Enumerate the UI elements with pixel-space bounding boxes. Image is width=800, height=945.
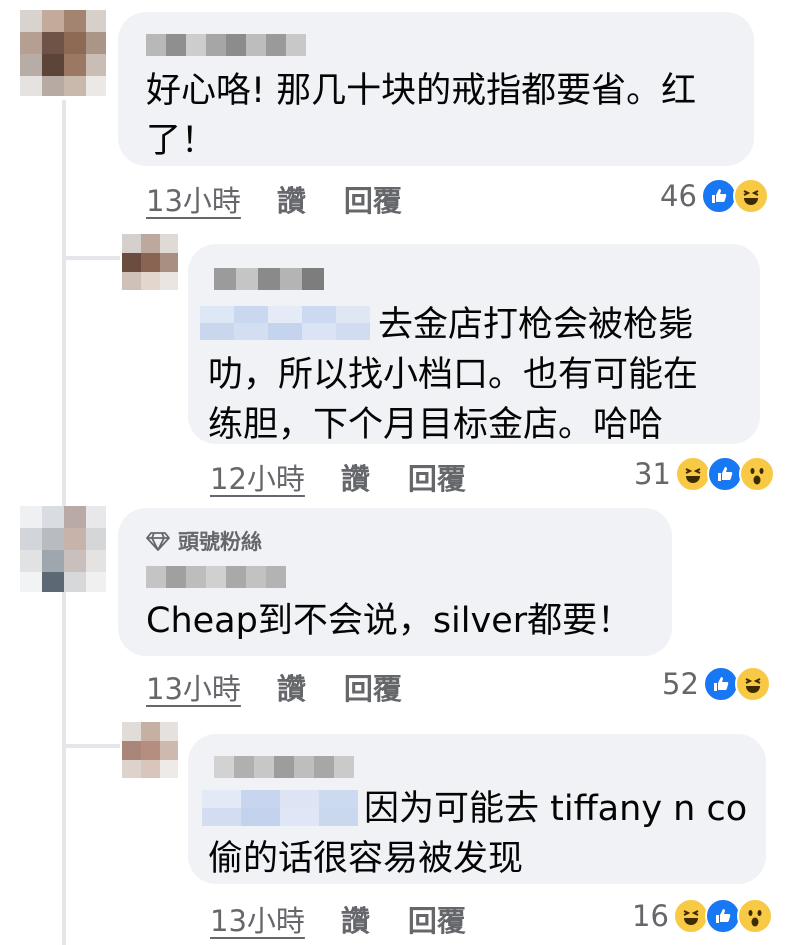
comment-actions: 13小時 讚 回覆 [210,898,504,940]
comment-actions: 12小時 讚 回覆 [210,456,504,498]
like-icon [704,898,741,934]
diamond-icon [146,532,170,551]
like-icon [702,666,739,702]
reply-button[interactable]: 回覆 [408,898,466,940]
avatar[interactable] [20,506,106,592]
reply-button[interactable]: 回覆 [408,456,466,498]
reaction-summary[interactable]: 31 [634,456,775,492]
reaction-count: 16 [632,899,669,933]
haha-icon [732,178,769,214]
reply-connector [62,744,120,748]
comment-timestamp[interactable]: 13小時 [210,898,305,940]
avatar[interactable] [122,234,178,290]
wow-icon [736,898,773,934]
comment-text: 好心咯! 那几十块的戒指都要省。红 了！ [146,71,697,161]
reaction-summary[interactable]: 46 [660,178,769,214]
haha-icon [672,898,709,934]
reply-button[interactable]: 回覆 [344,178,402,220]
haha-icon [674,456,711,492]
haha-icon [734,666,771,702]
reply-connector [62,256,120,260]
like-button[interactable]: 讚 [341,456,370,498]
like-button[interactable]: 讚 [341,898,370,940]
commenter-name[interactable] [146,566,286,588]
top-fan-badge[interactable]: 頭號粉絲 [146,526,262,556]
like-icon [706,456,743,492]
top-fan-label: 頭號粉絲 [178,530,262,554]
comment-actions: 13小時 讚 回覆 [146,178,440,220]
commenter-name[interactable] [146,34,306,56]
reaction-count: 31 [634,457,671,491]
comment-actions: 13小時 讚 回覆 [146,666,440,708]
comment-timestamp[interactable]: 12小時 [210,456,305,498]
avatar[interactable] [122,722,178,778]
reaction-summary[interactable]: 52 [662,666,771,702]
reaction-count: 52 [662,667,699,701]
commenter-name[interactable] [214,756,354,778]
like-icon [700,178,737,214]
wow-icon [738,456,775,492]
like-button[interactable]: 讚 [277,178,306,220]
comment-text: Cheap到不会说，silver都要！ [146,601,633,641]
reply-button[interactable]: 回覆 [344,666,402,708]
avatar[interactable] [20,10,106,96]
reaction-count: 46 [660,179,697,213]
comment-timestamp[interactable]: 13小時 [146,178,241,220]
commenter-name[interactable] [214,268,324,290]
comment-text: 去金店打枪会被枪毙 叻，所以找小档口。也有可能在 练胆，下个月目标金店。哈哈 [208,305,699,445]
reaction-summary[interactable]: 16 [632,898,773,934]
comment-timestamp[interactable]: 13小時 [146,666,241,708]
like-button[interactable]: 讚 [277,666,306,708]
comment-text: 因为可能去 tiffany n co 偷的话很容易被发现 [208,789,748,879]
